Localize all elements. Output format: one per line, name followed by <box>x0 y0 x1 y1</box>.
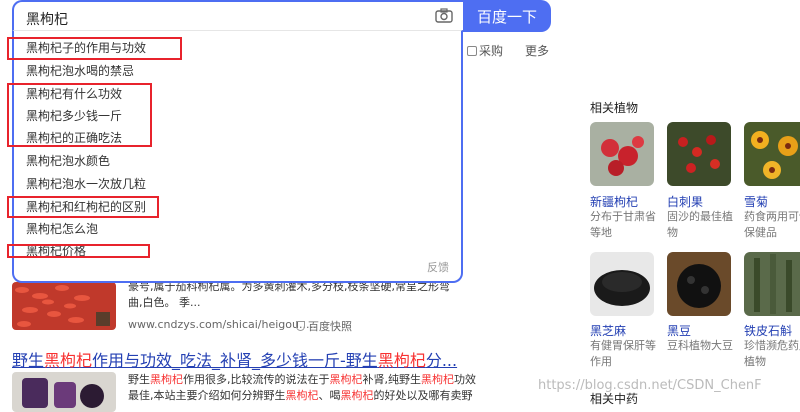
annotation-box <box>7 196 159 218</box>
plant-image[interactable] <box>744 122 800 186</box>
plant-image[interactable] <box>590 122 654 186</box>
result-title-link[interactable]: 野生黑枸杞作用与功效_吃法_补肾_多少钱一斤-野生黑枸杞分... <box>12 347 457 371</box>
search-button[interactable]: 百度一下 <box>463 0 551 32</box>
plant-name[interactable]: 黑豆 <box>667 322 691 339</box>
suggestion-item[interactable]: 黑枸杞泡水喝的禁忌 <box>26 61 134 81</box>
nav-purchase[interactable]: 采购 <box>467 42 503 59</box>
plant-description: 珍惜濒危药用植物 <box>744 339 800 368</box>
annotation-box <box>7 37 182 60</box>
plant-description: 分布于甘肃省 等地 <box>590 210 656 239</box>
plant-image[interactable] <box>590 252 654 316</box>
plant-image[interactable] <box>667 252 731 316</box>
annotation-box <box>7 244 150 258</box>
snapshot-link[interactable]: 百度快照 <box>296 318 352 334</box>
nav-more[interactable]: 更多 <box>525 42 549 59</box>
annotation-box <box>7 83 152 147</box>
plant-description: 豆科植物大豆 <box>667 339 733 352</box>
result-thumbnail[interactable] <box>12 372 116 412</box>
plant-name[interactable]: 铁皮石斛 <box>744 322 792 339</box>
plant-name[interactable]: 黑芝麻 <box>590 322 626 339</box>
shield-icon <box>296 321 305 331</box>
plant-name[interactable]: 雪菊 <box>744 193 768 210</box>
result-url[interactable]: www.cndzys.com/shicai/heigou..... <box>128 318 316 331</box>
related-plants-heading: 相关植物 <box>590 101 639 115</box>
plant-name[interactable]: 白刺果 <box>667 193 703 210</box>
plant-description: 有健胃保肝等 作用 <box>590 339 656 368</box>
plant-name[interactable]: 新疆枸杞 <box>590 193 638 210</box>
bag-icon <box>467 46 477 56</box>
suggestion-item[interactable]: 黑枸杞泡水颜色 <box>26 151 110 171</box>
result-snippet: 最佳,本站主要介绍如何分辨野生黑枸杞、喝黑枸杞的好处以及哪有卖野 <box>128 389 473 402</box>
result-snippet: 野生黑枸杞作用很多,比较流传的说法在于黑枸杞补肾,纯野生黑枸杞功效 <box>128 373 476 386</box>
suggestion-item[interactable]: 黑枸杞泡水一次放几粒 <box>26 174 146 194</box>
search-input[interactable]: 黑枸杞 <box>12 0 463 32</box>
plant-image[interactable] <box>744 252 800 316</box>
result-snippet: 曲,白色。 季... <box>128 296 201 309</box>
search-query-text: 黑枸杞 <box>26 12 68 28</box>
suggestion-item[interactable]: 黑枸杞怎么泡 <box>26 219 98 239</box>
plant-description: 药食两用可饮保健品 <box>744 210 800 239</box>
result-thumbnail[interactable] <box>12 282 116 330</box>
watermark: https://blog.csdn.net/CSDN_ChenF <box>538 378 762 393</box>
camera-icon[interactable] <box>435 8 453 23</box>
plant-description: 固沙的最佳植物 <box>667 210 733 239</box>
plant-image[interactable] <box>667 122 731 186</box>
feedback-link[interactable]: 反馈 <box>427 259 449 275</box>
